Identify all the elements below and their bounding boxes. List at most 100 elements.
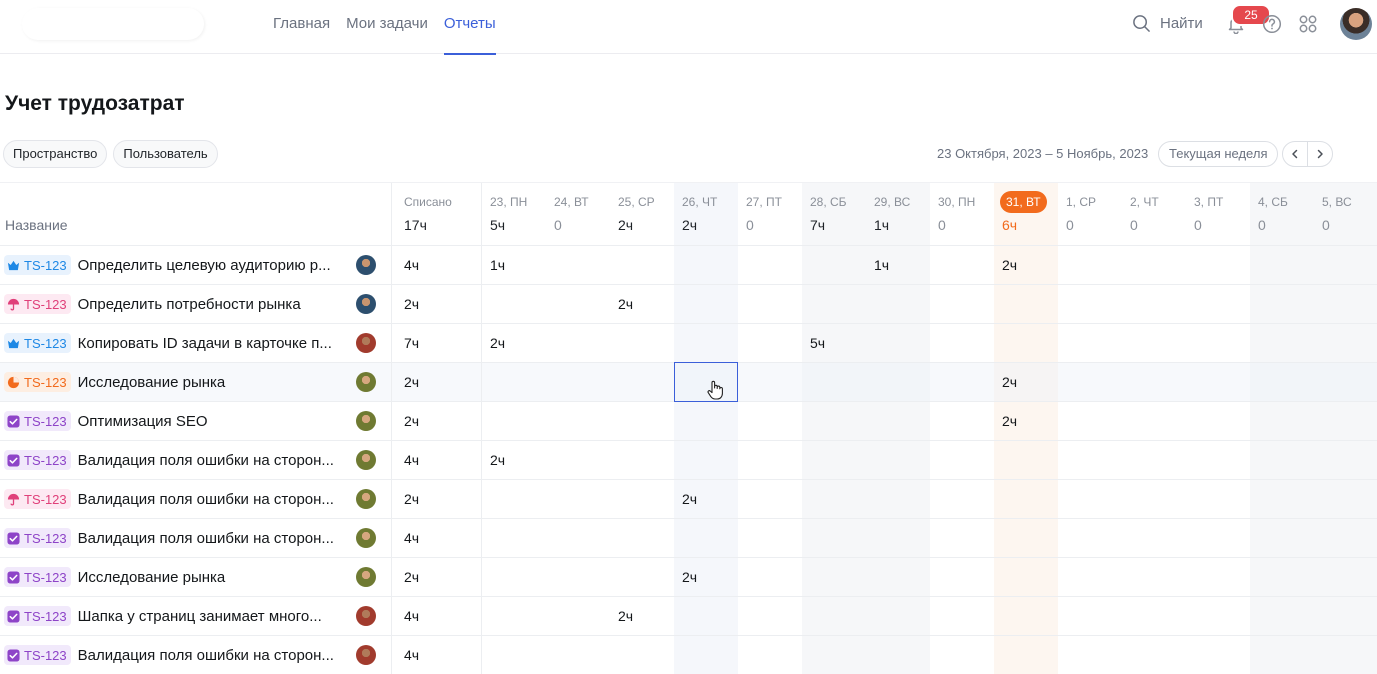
time-cell-value[interactable]: 1ч xyxy=(874,257,889,273)
assignee-avatar[interactable] xyxy=(356,567,376,587)
time-cell-value[interactable]: 2ч xyxy=(682,491,697,507)
checkbox-icon xyxy=(7,414,20,428)
day-total-value: 0 xyxy=(1322,217,1330,233)
task-key-tag[interactable]: TS-123 xyxy=(4,489,71,509)
task-key-tag[interactable]: TS-123 xyxy=(4,411,71,431)
task-key: TS-123 xyxy=(24,647,67,663)
task-key-tag[interactable]: TS-123 xyxy=(4,528,71,548)
time-cell-value[interactable]: 2ч xyxy=(1002,374,1017,390)
assignee-avatar[interactable] xyxy=(356,255,376,275)
row-divider xyxy=(0,635,1377,636)
filter-user[interactable]: Пользователь xyxy=(113,140,218,168)
checkbox-icon xyxy=(7,609,20,623)
task-key: TS-123 xyxy=(24,569,67,585)
task-key-tag[interactable]: TS-123 xyxy=(4,567,71,587)
time-cell-value[interactable]: 2ч xyxy=(490,335,505,351)
task-key: TS-123 xyxy=(24,452,67,468)
apps-grid-icon[interactable] xyxy=(1298,14,1318,34)
assignee-avatar[interactable] xyxy=(356,450,376,470)
task-key-tag[interactable]: TS-123 xyxy=(4,645,71,665)
time-cell-value[interactable]: 2ч xyxy=(618,608,633,624)
assignee-avatar[interactable] xyxy=(356,333,376,353)
task-title[interactable]: Шапка у страниц занимает много... xyxy=(78,608,322,625)
task-cell: TS-123 Определить целевую аудиторию р... xyxy=(4,255,331,275)
search-label: Найти xyxy=(1160,15,1203,32)
current-week-button[interactable]: Текущая неделя xyxy=(1158,141,1279,167)
task-key-tag[interactable]: TS-123 xyxy=(4,333,71,353)
day-header-label: 5, ВС xyxy=(1322,195,1352,209)
assignee-avatar[interactable] xyxy=(356,294,376,314)
task-key: TS-123 xyxy=(24,296,67,312)
task-title[interactable]: Валидация поля ошибки на сторон... xyxy=(78,530,334,547)
time-cell-value[interactable]: 2ч xyxy=(1002,413,1017,429)
assignee-avatar[interactable] xyxy=(356,528,376,548)
row-total-value: 2ч xyxy=(404,491,420,507)
hand-cursor-icon xyxy=(706,380,724,400)
day-header-label: 30, ПН xyxy=(938,195,976,209)
assignee-avatar[interactable] xyxy=(356,372,376,392)
column-header-name: Название xyxy=(5,217,68,233)
row-total-value: 4ч xyxy=(404,647,420,663)
workspace-switcher[interactable] xyxy=(22,8,204,40)
time-cell-value[interactable]: 2ч xyxy=(490,452,505,468)
day-column-bg xyxy=(1314,183,1377,674)
search-button[interactable]: Найти xyxy=(1132,14,1203,33)
day-header-label: 27, ПТ xyxy=(746,195,782,209)
assignee-avatar[interactable] xyxy=(356,606,376,626)
day-total-value: 2ч xyxy=(618,217,634,233)
row-divider xyxy=(0,479,1377,480)
task-title[interactable]: Валидация поля ошибки на сторон... xyxy=(78,647,334,664)
day-total-value: 0 xyxy=(938,217,946,233)
nav-home[interactable]: Главная xyxy=(273,0,330,54)
next-period-button[interactable] xyxy=(1307,142,1332,166)
time-cell-value[interactable]: 2ч xyxy=(618,296,633,312)
row-divider xyxy=(0,596,1377,597)
task-cell: TS-123 Копировать ID задачи в карточке п.… xyxy=(4,333,332,353)
task-key-tag[interactable]: TS-123 xyxy=(4,450,71,470)
task-title[interactable]: Валидация поля ошибки на сторон... xyxy=(78,491,334,508)
row-total-value: 7ч xyxy=(404,335,420,351)
task-title[interactable]: Исследование рынка xyxy=(78,569,226,586)
assignee-avatar[interactable] xyxy=(356,489,376,509)
task-key-tag[interactable]: TS-123 xyxy=(4,606,71,626)
task-title[interactable]: Оптимизация SEO xyxy=(78,413,208,430)
task-key-tag[interactable]: TS-123 xyxy=(4,372,71,392)
task-title[interactable]: Определить потребности рынка xyxy=(78,296,301,313)
filters-bar: Пространство Пользователь xyxy=(3,140,218,168)
time-cell-value[interactable]: 2ч xyxy=(1002,257,1017,273)
grid-top-divider xyxy=(0,182,1377,183)
time-cell-value[interactable]: 5ч xyxy=(810,335,825,351)
task-key: TS-123 xyxy=(24,335,67,351)
day-header-label: 1, СР xyxy=(1066,195,1097,209)
task-key: TS-123 xyxy=(24,413,67,429)
assignee-avatar[interactable] xyxy=(356,411,376,431)
checkbox-icon xyxy=(7,648,20,662)
filter-space[interactable]: Пространство xyxy=(3,140,108,168)
nav-my-tasks[interactable]: Мои задачи xyxy=(346,0,428,54)
task-key: TS-123 xyxy=(24,530,67,546)
task-cell: TS-123 Валидация поля ошибки на сторон... xyxy=(4,528,334,548)
column-header-total: Списано xyxy=(404,195,452,209)
row-total-value: 2ч xyxy=(404,569,420,585)
time-cell-value[interactable]: 1ч xyxy=(490,257,505,273)
row-divider xyxy=(0,284,1377,285)
user-avatar[interactable] xyxy=(1340,8,1372,40)
nav-reports[interactable]: Отчеты xyxy=(443,0,496,55)
task-key-tag[interactable]: TS-123 xyxy=(4,255,71,275)
time-cell-value[interactable]: 2ч xyxy=(682,569,697,585)
task-title[interactable]: Исследование рынка xyxy=(78,374,226,391)
help-icon[interactable] xyxy=(1262,14,1282,34)
prev-period-button[interactable] xyxy=(1283,142,1307,166)
day-total-value: 5ч xyxy=(490,217,506,233)
checkbox-icon xyxy=(7,453,20,467)
day-total-value: 0 xyxy=(1130,217,1138,233)
row-total-value: 2ч xyxy=(404,296,420,312)
checkbox-icon xyxy=(7,531,20,545)
day-total-value: 0 xyxy=(1194,217,1202,233)
task-title[interactable]: Копировать ID задачи в карточке п... xyxy=(78,335,332,352)
task-title[interactable]: Определить целевую аудиторию р... xyxy=(78,257,331,274)
assignee-avatar[interactable] xyxy=(356,645,376,665)
task-title[interactable]: Валидация поля ошибки на сторон... xyxy=(78,452,334,469)
task-key-tag[interactable]: TS-123 xyxy=(4,294,71,314)
task-key: TS-123 xyxy=(24,608,67,624)
